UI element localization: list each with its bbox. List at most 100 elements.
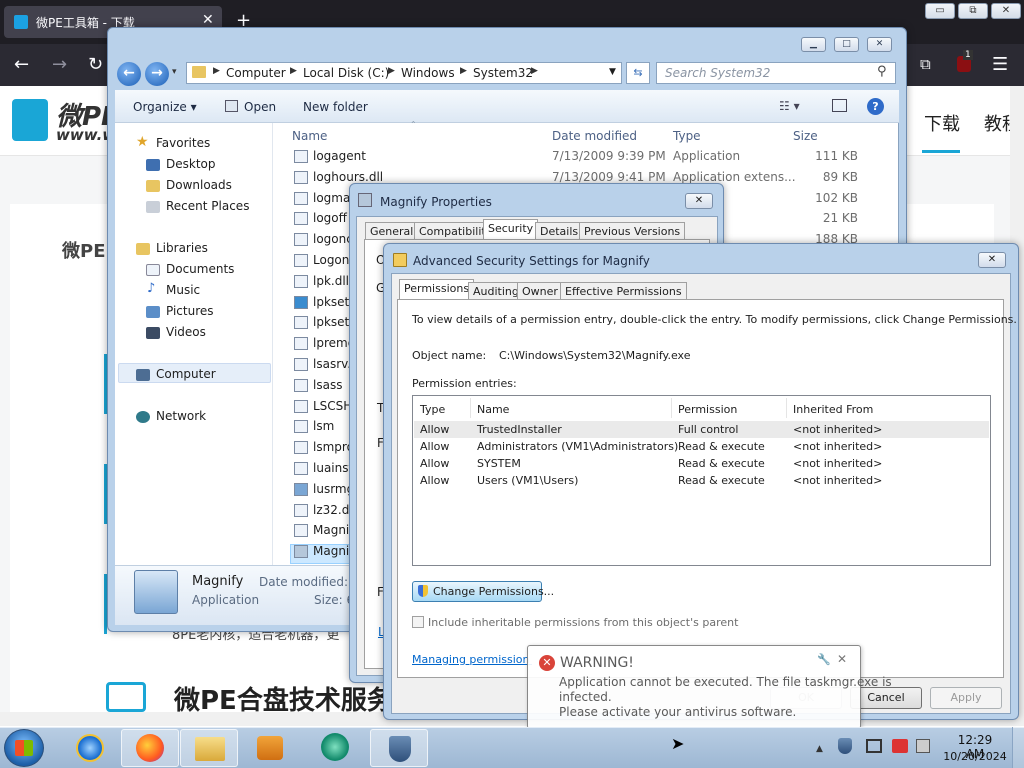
search-icon[interactable]: ⚲ [877, 64, 887, 79]
browser-reload-icon[interactable]: ↻ [88, 54, 103, 75]
vm-restore-button[interactable]: ⧉ [958, 3, 988, 19]
column-header-name[interactable]: Name [292, 129, 327, 143]
perm-cell-permission[interactable]: Read & execute [678, 457, 765, 470]
nav-downloads[interactable]: Downloads [166, 178, 232, 192]
file-name[interactable]: logonc [313, 232, 353, 246]
refresh-icon[interactable]: ⇆ [626, 62, 650, 84]
perm-cell-type[interactable]: Allow [420, 440, 449, 453]
perm-cell-type[interactable]: Allow [420, 423, 449, 436]
perm-column-name[interactable]: Name [477, 403, 509, 416]
perm-column-inherited[interactable]: Inherited From [793, 403, 873, 416]
perm-cell-permission[interactable]: Read & execute [678, 440, 765, 453]
browser-forward-icon[interactable]: → [52, 54, 67, 75]
tab-security[interactable]: Security [483, 219, 539, 240]
perm-cell-type[interactable]: Allow [420, 457, 449, 470]
column-header-size[interactable]: Size [793, 129, 818, 143]
tab-auditing[interactable]: Auditing [468, 282, 524, 300]
perm-cell-type[interactable]: Allow [420, 474, 449, 487]
browser-back-icon[interactable]: ← [14, 54, 29, 75]
perm-cell-name[interactable]: SYSTEM [477, 457, 521, 470]
tab-details[interactable]: Details [535, 222, 584, 240]
warning-close-icon[interactable]: ✕ [837, 652, 847, 666]
file-name[interactable]: lpk.dll [313, 274, 349, 288]
tray-shield-icon[interactable] [838, 738, 852, 754]
nav-desktop[interactable]: Desktop [166, 157, 216, 171]
organize-button[interactable]: Organize ▾ [133, 100, 197, 114]
tab-owner[interactable]: Owner [517, 282, 563, 300]
tab-previous-versions[interactable]: Previous Versions [579, 222, 686, 240]
nav-libraries[interactable]: Libraries [156, 241, 208, 255]
extensions-icon[interactable]: ⧉ [920, 55, 931, 73]
column-divider[interactable] [470, 398, 471, 418]
advanced-security-close-button[interactable]: ✕ [978, 252, 1006, 268]
breadcrumb-separator-icon[interactable]: ▶ [213, 66, 220, 76]
preview-pane-icon[interactable] [832, 99, 847, 112]
recent-pages-chevron-icon[interactable]: ▾ [172, 67, 177, 77]
breadcrumb-system32[interactable]: System32 [473, 66, 533, 80]
breadcrumb-separator-icon[interactable]: ▶ [460, 66, 467, 76]
explorer-maximize-button[interactable]: □ [834, 37, 859, 52]
tray-action-center-icon[interactable] [892, 739, 908, 753]
file-name[interactable]: lsmpro [313, 440, 354, 454]
breadcrumb-local-disk[interactable]: Local Disk (C:) [303, 66, 389, 80]
clock-date[interactable]: 10/20/2024 [940, 750, 1010, 763]
perm-cell-inherited[interactable]: <not inherited> [793, 423, 882, 436]
show-desktop-button[interactable] [1012, 727, 1024, 768]
tab-close-icon[interactable]: ✕ [202, 12, 214, 28]
open-button[interactable]: Open [244, 100, 276, 114]
new-folder-button[interactable]: New folder [303, 100, 368, 114]
managing-permissions-link[interactable]: Managing permission entries [412, 653, 532, 666]
file-name[interactable]: logagent [313, 149, 366, 163]
view-options-icon[interactable]: ☷ ▾ [779, 99, 800, 113]
column-header-date[interactable]: Date modified [552, 129, 637, 143]
perm-cell-name[interactable]: TrustedInstaller [477, 423, 562, 436]
tab-permissions[interactable]: Permissions [399, 279, 475, 300]
forward-arrow-icon[interactable]: → [145, 62, 169, 86]
nav-recent-places[interactable]: Recent Places [166, 199, 249, 213]
file-name[interactable]: Magnif [313, 544, 354, 558]
file-name[interactable]: luainst [313, 461, 353, 475]
nav-network[interactable]: Network [156, 409, 206, 423]
vm-minimize-button[interactable]: ▭ [925, 3, 955, 19]
column-divider[interactable] [786, 398, 787, 418]
vm-close-button[interactable]: ✕ [991, 3, 1021, 19]
perm-cell-name[interactable]: Users (VM1\Users) [477, 474, 578, 487]
perm-column-permission[interactable]: Permission [678, 403, 737, 416]
taskbar-security-app[interactable] [370, 729, 428, 767]
properties-close-button[interactable]: ✕ [685, 193, 713, 209]
column-header-type[interactable]: Type [673, 129, 701, 143]
file-name[interactable]: Magnif [313, 523, 354, 537]
file-name[interactable]: lsm [313, 419, 334, 433]
address-dropdown-icon[interactable]: ▼ [609, 67, 616, 77]
nav-documents[interactable]: Documents [166, 262, 234, 276]
explorer-close-button[interactable]: ✕ [867, 37, 892, 52]
nav-videos[interactable]: Videos [166, 325, 206, 339]
change-permissions-button[interactable]: Change Permissions... [412, 581, 554, 602]
tab-general[interactable]: General [365, 222, 419, 240]
back-arrow-icon[interactable]: ← [117, 62, 141, 86]
explorer-minimize-button[interactable]: ▁ [801, 37, 826, 52]
file-name[interactable]: logoff [313, 211, 347, 225]
tray-network-icon[interactable] [866, 739, 882, 753]
taskbar-app[interactable] [307, 729, 365, 767]
breadcrumb-separator-icon[interactable]: ▶ [531, 66, 538, 76]
browser-menu-icon[interactable]: ☰ [992, 54, 1008, 75]
breadcrumb-windows[interactable]: Windows [401, 66, 455, 80]
breadcrumb-separator-icon[interactable]: ▶ [290, 66, 297, 76]
include-inheritable-checkbox[interactable] [412, 616, 424, 628]
column-divider[interactable] [671, 398, 672, 418]
perm-cell-inherited[interactable]: <not inherited> [793, 474, 882, 487]
perm-cell-inherited[interactable]: <not inherited> [793, 457, 882, 470]
perm-cell-name[interactable]: Administrators (VM1\Administrators) [477, 440, 678, 453]
apply-button[interactable]: Apply [930, 687, 1002, 709]
taskbar-media-player[interactable] [241, 729, 299, 767]
nav-computer[interactable]: Computer [156, 367, 216, 381]
breadcrumb-separator-icon[interactable]: ▶ [388, 66, 395, 76]
perm-column-type[interactable]: Type [420, 403, 445, 416]
taskbar-internet-explorer[interactable] [62, 729, 120, 767]
perm-cell-inherited[interactable]: <not inherited> [793, 440, 882, 453]
warning-settings-icon[interactable]: 🔧 [817, 653, 831, 666]
tab-effective-permissions[interactable]: Effective Permissions [560, 282, 687, 300]
taskbar-explorer[interactable] [180, 729, 238, 767]
site-nav-download[interactable]: 下载 [924, 110, 960, 136]
